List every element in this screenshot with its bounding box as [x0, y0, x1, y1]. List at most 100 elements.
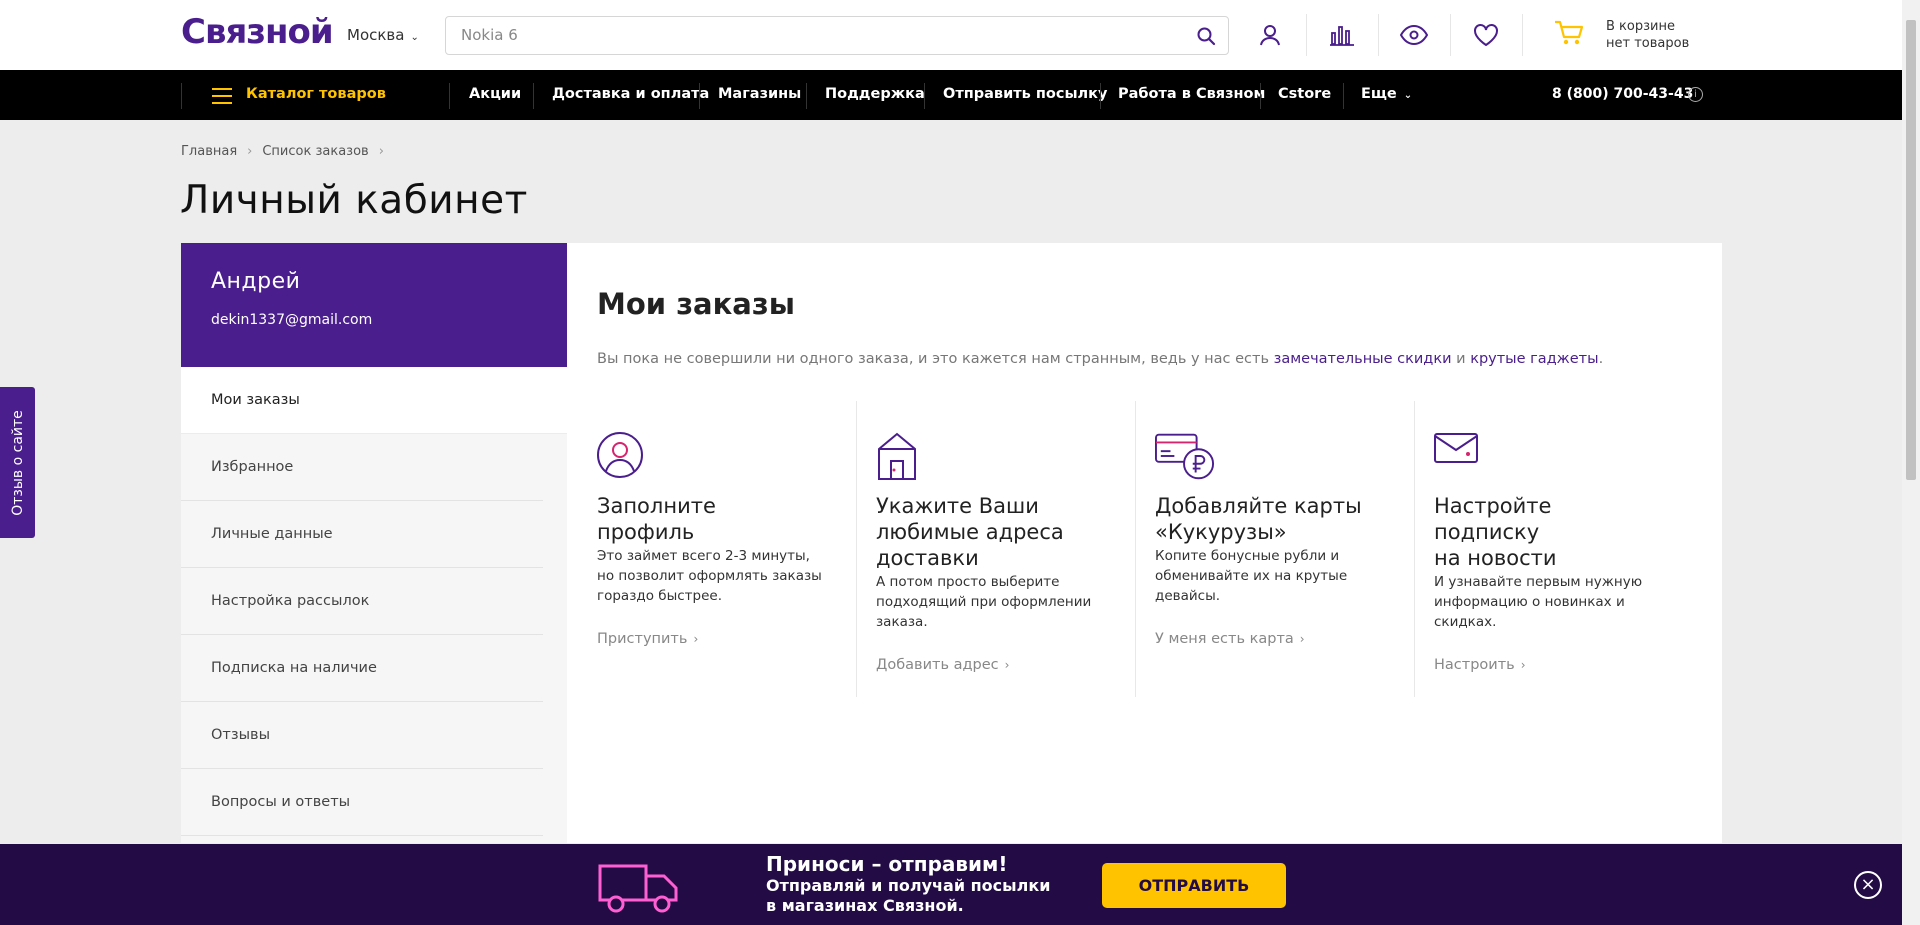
card-title: Добавляйте карты «Кукурузы» — [1155, 494, 1362, 544]
nav-item-support[interactable]: Поддержка — [825, 86, 925, 102]
logo[interactable]: Связной — [181, 12, 334, 52]
link-label: Настроить — [1434, 657, 1515, 673]
header-divider — [1522, 14, 1523, 56]
sidebar-item-newsletter-settings[interactable]: Настройка рассылок — [181, 568, 543, 635]
phone-number[interactable]: 8 (800) 700-43-43 — [1552, 86, 1693, 102]
nav-divider — [449, 83, 450, 109]
card-text: А потом просто выберите подходящий при о… — [876, 574, 1092, 630]
menu-icon[interactable] — [212, 88, 232, 104]
truck-icon — [598, 864, 678, 913]
start-link[interactable]: Приступить › — [597, 631, 698, 647]
sidebar-item-stock-subscription[interactable]: Подписка на наличие — [181, 635, 543, 702]
empty-orders-message: Вы пока не совершили ни одного заказа, и… — [597, 351, 1603, 367]
promo-line2: в магазинах Связной. — [766, 896, 964, 915]
card-divider — [1414, 401, 1415, 697]
city-selector[interactable]: Москва ⌄ — [347, 26, 419, 44]
nav-divider — [806, 83, 807, 109]
chevron-down-icon: ⌄ — [1403, 90, 1413, 101]
message-text: . — [1598, 351, 1604, 367]
nav-item-more[interactable]: Еще ⌄ — [1361, 86, 1412, 102]
nav-item-cstore[interactable]: Cstore — [1278, 86, 1331, 102]
cart-icon[interactable] — [1553, 18, 1585, 52]
promo-heading: Приноси – отправим! — [766, 852, 1008, 876]
chevron-right-icon: › — [1299, 632, 1305, 646]
discounts-link[interactable]: замечательные скидки — [1274, 351, 1452, 367]
main-nav: Каталог товаров Акции Доставка и оплата … — [0, 70, 1902, 120]
nav-item-send-parcel[interactable]: Отправить посылку — [943, 86, 1107, 102]
card-addresses: Укажите Ваши любимые адреса доставки А п… — [876, 401, 1136, 697]
card-ruble-icon — [1155, 433, 1215, 480]
feedback-tab[interactable]: Отзыв о сайте — [0, 387, 35, 538]
envelope-icon — [1434, 433, 1478, 463]
header-divider — [1306, 14, 1307, 56]
header-divider — [1450, 14, 1451, 56]
have-card-link[interactable]: У меня есть карта › — [1155, 631, 1305, 647]
section-title: Мои заказы — [597, 287, 795, 321]
close-icon[interactable]: × — [1854, 871, 1882, 899]
chevron-right-icon: › — [378, 144, 384, 159]
city-label: Москва — [347, 26, 405, 44]
user-name: Андрей — [211, 269, 301, 294]
message-text: Вы пока не совершили ни одного заказа, и… — [597, 351, 1274, 367]
nav-item-delivery[interactable]: Доставка и оплата — [552, 86, 709, 102]
cart-status-line1: В корзине — [1606, 19, 1675, 34]
breadcrumb-home[interactable]: Главная — [181, 144, 237, 159]
house-icon — [878, 432, 916, 480]
send-button[interactable]: ОТПРАВИТЬ — [1102, 863, 1286, 908]
card-text: Копите бонусные рубли и обменивайте их н… — [1155, 548, 1348, 604]
cart-status-line2: нет товаров — [1606, 36, 1690, 51]
sidebar-item-personal-data[interactable]: Личные данные — [181, 501, 543, 568]
page-title: Личный кабинет — [180, 178, 528, 223]
nav-more-label: Еще — [1361, 86, 1397, 102]
nav-catalog[interactable]: Каталог товаров — [246, 86, 386, 102]
nav-divider — [181, 83, 182, 109]
chevron-right-icon: › — [247, 144, 253, 159]
gadgets-link[interactable]: крутые гаджеты — [1470, 351, 1598, 367]
scrollbar-thumb[interactable] — [1906, 20, 1916, 480]
nav-item-stores[interactable]: Магазины — [718, 86, 801, 102]
nav-item-jobs[interactable]: Работа в Связном — [1118, 86, 1265, 102]
nav-item-promo[interactable]: Акции — [469, 86, 521, 102]
sidebar-item-reviews[interactable]: Отзывы — [181, 702, 543, 769]
promo-banner: Приноси – отправим! Отправляй и получай … — [0, 844, 1902, 925]
card-title: Укажите Ваши любимые адреса доставки — [876, 494, 1064, 570]
eye-icon[interactable] — [1399, 20, 1429, 50]
nav-divider — [1260, 83, 1261, 109]
link-label: У меня есть карта — [1155, 631, 1294, 647]
page-scrollbar[interactable] — [1902, 0, 1920, 925]
card-divider — [856, 401, 857, 697]
header-divider — [1378, 14, 1379, 56]
nav-divider — [699, 83, 700, 109]
breadcrumb: Главная › Список заказов › — [181, 144, 394, 159]
profile-icon — [597, 432, 643, 478]
compare-icon[interactable] — [1327, 20, 1357, 50]
feedback-tab-label: Отзыв о сайте — [9, 409, 26, 516]
sidebar-item-qa[interactable]: Вопросы и ответы — [181, 769, 543, 836]
add-address-link[interactable]: Добавить адрес › — [876, 657, 1009, 673]
promo-line1: Отправляй и получай посылки — [766, 876, 1051, 895]
sidebar-item-my-orders[interactable]: Мои заказы — [181, 367, 567, 434]
nav-divider — [533, 83, 534, 109]
info-icon[interactable]: i — [1688, 87, 1703, 102]
configure-link[interactable]: Настроить › — [1434, 657, 1526, 673]
search-icon[interactable] — [1196, 26, 1216, 46]
chevron-right-icon: › — [1004, 658, 1010, 672]
nav-divider — [1100, 83, 1101, 109]
card-profile: Заполните профиль Это займет всего 2-3 м… — [597, 401, 857, 697]
nav-divider — [924, 83, 925, 109]
user-icon[interactable] — [1255, 20, 1285, 50]
card-text: Это займет всего 2-3 минуты, но позволит… — [597, 548, 822, 604]
card-title: Заполните профиль — [597, 494, 716, 544]
user-card: Андрей dekin1337@gmail.com — [181, 243, 567, 367]
breadcrumb-orders[interactable]: Список заказов — [262, 144, 368, 159]
message-text: и — [1451, 351, 1471, 367]
card-loyalty: Добавляйте карты «Кукурузы» Копите бонус… — [1155, 401, 1415, 697]
heart-icon[interactable] — [1471, 20, 1501, 50]
orders-panel: Мои заказы Вы пока не совершили ни одног… — [567, 243, 1722, 843]
cart-status[interactable]: В корзине нет товаров — [1606, 18, 1689, 52]
search-input[interactable] — [461, 26, 1161, 44]
link-label: Приступить — [597, 631, 688, 647]
sidebar-item-favorites[interactable]: Избранное — [181, 434, 543, 501]
nav-divider — [1343, 83, 1344, 109]
top-header: Связной Москва ⌄ В корзине нет товаров — [0, 0, 1902, 70]
